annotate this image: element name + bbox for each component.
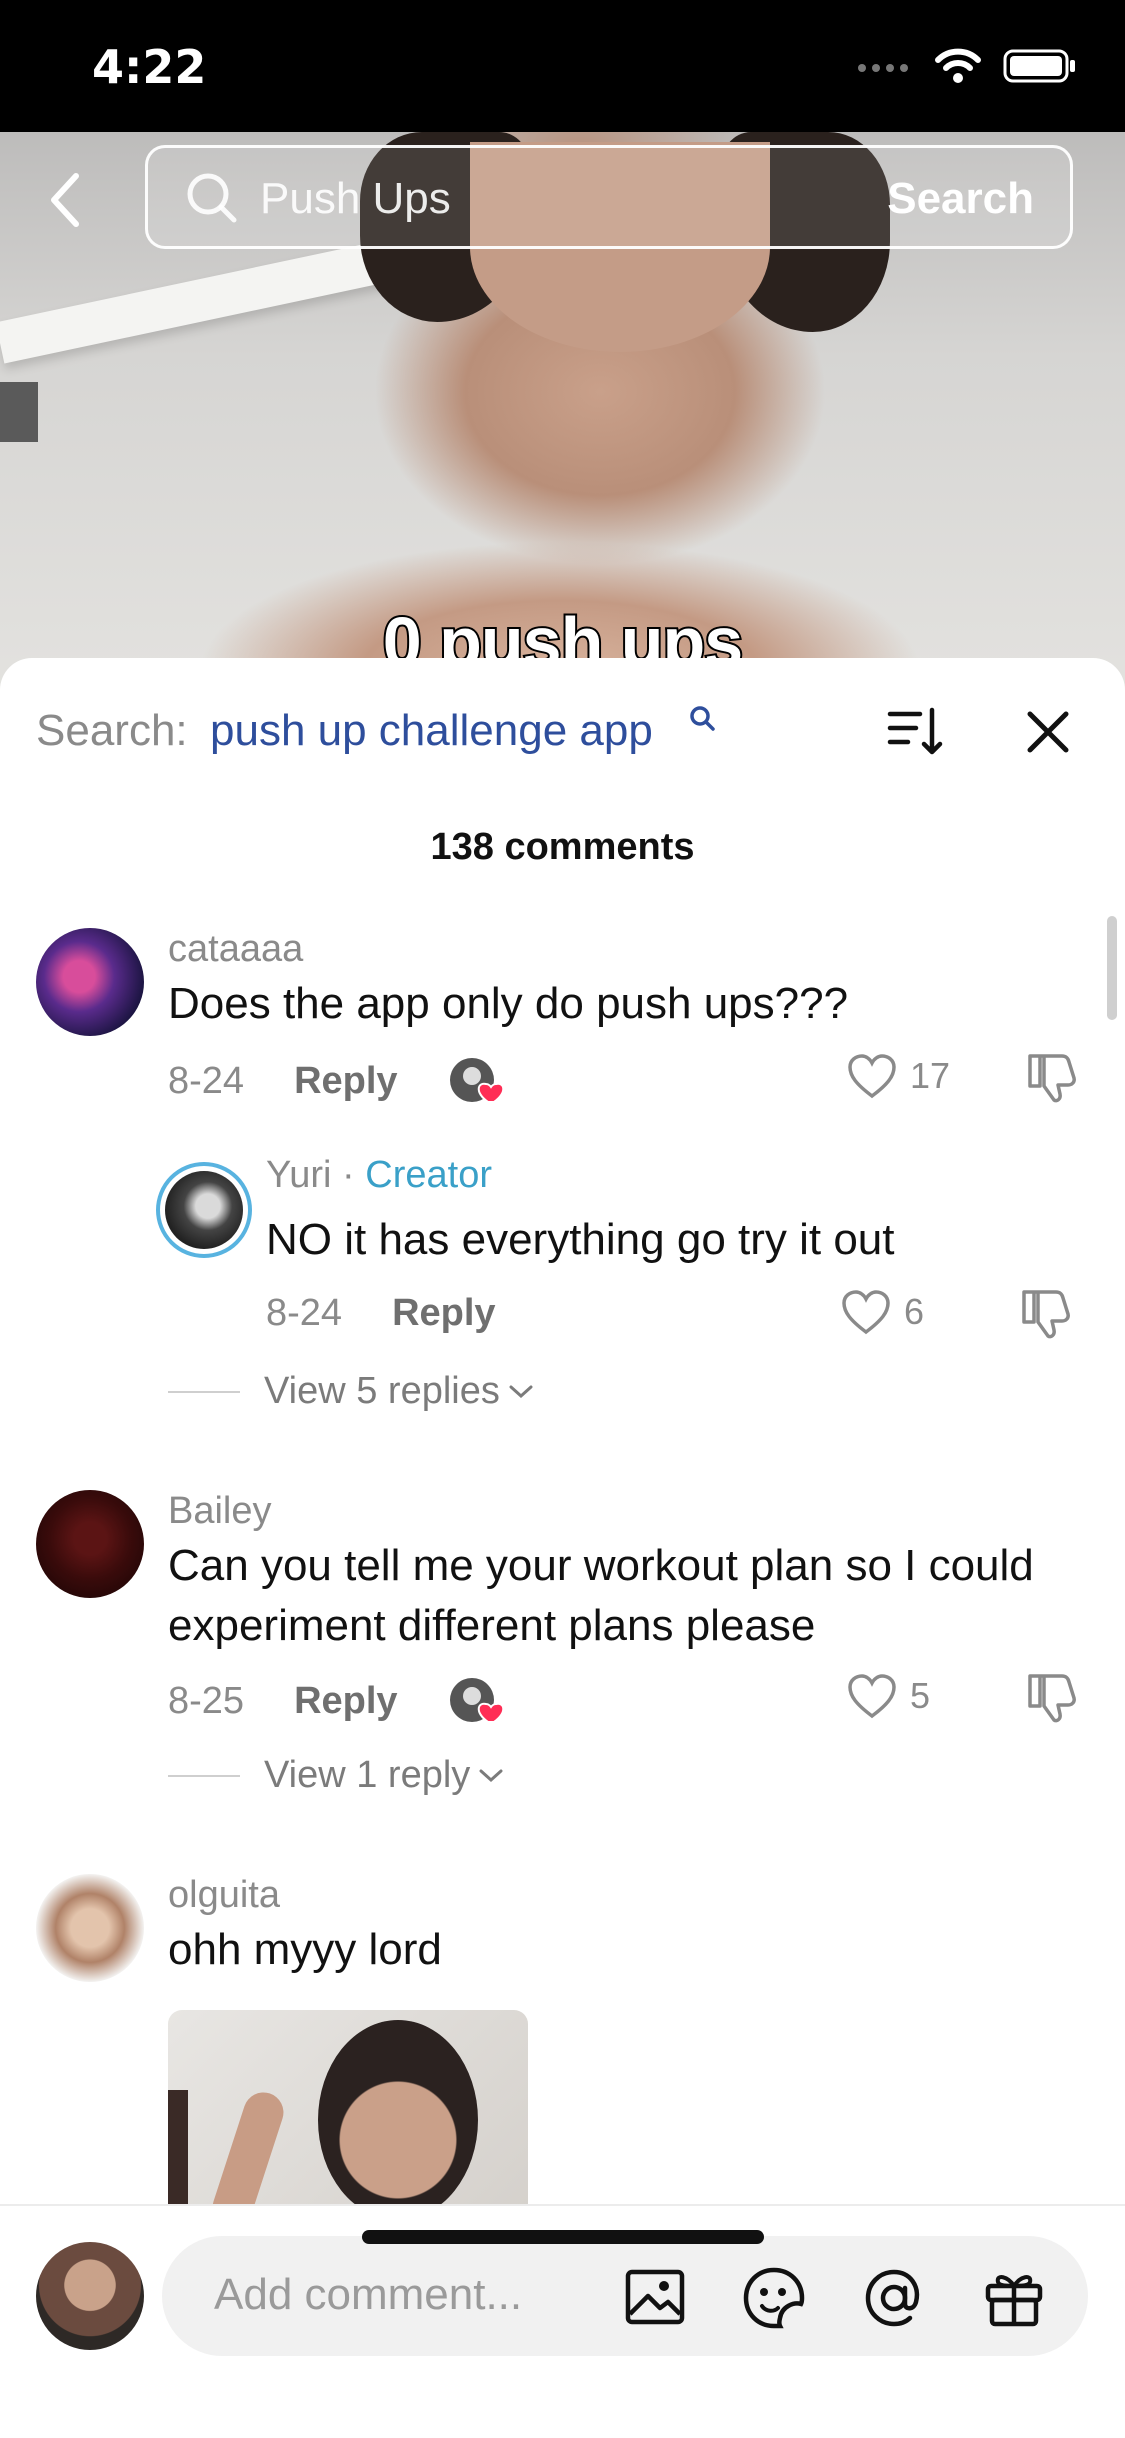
chevron-down-icon [509,1385,533,1398]
creator-liked-icon [449,1678,504,1723]
avatar[interactable] [156,1162,252,1258]
comment-input-placeholder[interactable]: Add comment... [214,2270,522,2320]
like-button[interactable]: 17 [846,1052,950,1100]
like-count: 6 [904,1291,925,1332]
comment-text: Can you tell me your workout plan so I c… [168,1541,1034,1650]
divider-line [168,1774,240,1777]
heart-icon [848,1054,896,1099]
view-replies-label[interactable]: View 1 reply [264,1754,470,1797]
like-button[interactable]: 5 [846,1672,930,1720]
comment-date: 8-25 [168,1679,245,1722]
background-bracket [0,382,38,442]
comment-meta: 8-25 Reply [168,1676,504,1726]
back-button[interactable] [40,165,90,235]
home-indicator[interactable] [362,2230,764,2244]
view-replies-label[interactable]: View 5 replies [264,1370,500,1413]
chevron-down-icon [479,1769,503,1782]
reply-author[interactable]: Yuri · Creator [266,1154,492,1197]
search-icon [187,173,237,223]
dislike-icon[interactable] [1020,1286,1074,1340]
reply-text: NO it has everything go try it out [266,1215,895,1264]
image-icon[interactable] [624,2266,686,2328]
comment-text: ohh myyy lord [168,1925,442,1974]
reply-button[interactable]: Reply [294,1680,397,1723]
sheet-header: Search: push up challenge app [0,658,1125,798]
sort-icon [887,707,943,755]
search-term-link[interactable]: push up challenge app [210,706,653,756]
like-count: 5 [910,1675,931,1716]
creator-liked-badge [448,1676,504,1726]
comment-count: 138 comments [430,826,695,868]
mention-icon[interactable] [862,2266,926,2330]
creator-liked-icon [449,1058,504,1103]
signal-icon [858,64,908,72]
back-icon [51,173,79,227]
comments-sheet: Search: push up challenge app 138 commen… [0,658,1125,2436]
reply-button[interactable]: Reply [294,1060,397,1103]
like-button[interactable]: 6 [840,1288,924,1336]
emoji-icon[interactable] [742,2266,806,2330]
close-button[interactable] [1022,706,1074,758]
view-replies-button[interactable]: View 5 replies [168,1370,536,1413]
avatar[interactable] [36,1874,144,1982]
heart-icon [842,1290,890,1335]
comment-author[interactable]: olguita [168,1874,280,1917]
wifi-icon [935,48,981,83]
name-separator: · [331,1154,366,1196]
comment-date: 8-24 [168,1059,245,1102]
dislike-icon[interactable] [1026,1670,1080,1724]
comment-image[interactable] [168,2010,528,2210]
reply-button[interactable]: Reply [392,1292,495,1335]
battery-icon [1003,49,1075,83]
search-icon [690,706,715,731]
avatar[interactable] [36,928,144,1036]
heart-icon [848,1674,896,1719]
search-box[interactable]: Push Ups Search [145,145,1073,249]
creator-liked-badge [448,1056,504,1106]
status-time: 4:22 [92,40,207,94]
close-icon [1027,711,1069,753]
view-replies-button[interactable]: View 1 reply [168,1754,506,1797]
like-count: 17 [910,1055,951,1096]
scrollbar[interactable] [1107,916,1117,1020]
avatar[interactable] [36,1490,144,1598]
search-submit-button[interactable]: Search [887,174,1034,224]
dislike-icon[interactable] [1026,1050,1080,1104]
search-label: Search: [36,706,188,755]
comment-author[interactable]: cataaaa [168,928,303,971]
comment-meta: 8-24 Reply [168,1056,504,1106]
status-icons [857,48,1077,84]
sort-button[interactable] [886,704,946,760]
user-avatar[interactable] [36,2242,144,2350]
reply-author-name[interactable]: Yuri [266,1154,331,1196]
divider-line [168,1390,240,1393]
status-bar: 4:22 [0,0,1125,132]
reply-meta: 8-24 Reply [266,1292,496,1335]
comment-input[interactable]: Add comment... [162,2236,1088,2356]
search-query[interactable]: Push Ups [260,174,451,224]
comment-text: Does the app only do push ups??? [168,979,849,1028]
reply-date: 8-24 [266,1292,343,1334]
comment-author[interactable]: Bailey [168,1490,272,1533]
creator-badge: Creator [365,1154,492,1196]
gift-icon[interactable] [982,2266,1046,2330]
